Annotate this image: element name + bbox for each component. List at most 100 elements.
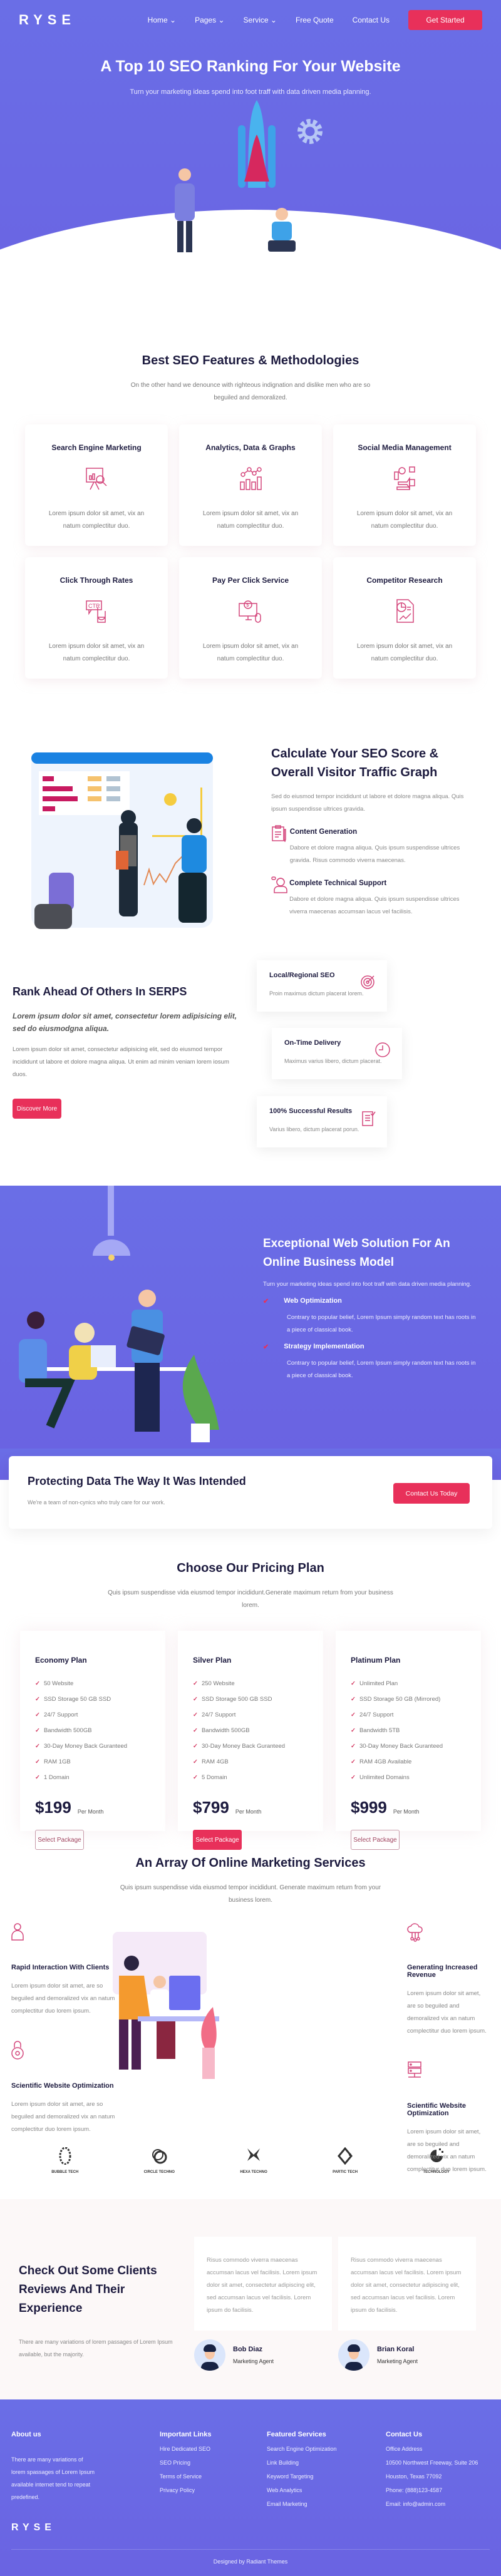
rank-lead: Lorem ipsum dolor sit amet, consectetur …	[13, 1012, 237, 1033]
reviews-intro: Check Out Some Clients Reviews And Their…	[0, 2237, 188, 2399]
footer-link[interactable]: Web Analytics	[267, 2487, 344, 2493]
marketing-section: An Array Of Online Marketing Services Qu…	[0, 1831, 501, 2174]
server-icon	[408, 2061, 421, 2078]
plan-features: ✓ 50 Website ✓ SSD Storage 50 GB SSD ✓ 24/7…	[35, 1676, 150, 1785]
footer-link[interactable]: Keyword Targeting	[267, 2473, 344, 2480]
feature-text: Lorem ipsum dolor sit amet, vix an natum…	[356, 643, 453, 662]
select-package-button[interactable]: Select Package	[351, 1830, 400, 1850]
email[interactable]: Email: info@admin.com	[386, 2501, 478, 2507]
footer-link[interactable]: Email Marketing	[267, 2501, 344, 2507]
nav-item-service[interactable]: Service ⌄	[244, 16, 277, 24]
address-line: 10500 Northwest Freeway, Suite 206	[386, 2460, 478, 2466]
plan-feature: ✓ 50 Website	[35, 1680, 74, 1687]
support-agent-icon	[271, 876, 287, 893]
footer: About us There are many variations of lo…	[0, 2399, 501, 2576]
footer-logo[interactable]: RYSE	[11, 2522, 97, 2533]
office-illustration	[19, 1186, 219, 1442]
footer-services: Featured Services Search Engine Optimiza…	[267, 2431, 344, 2533]
protect-data-card: Protecting Data The Way It Was Intended …	[9, 1456, 492, 1529]
footer-link[interactable]: Link Building	[267, 2460, 344, 2466]
check-icon: ✔	[263, 1343, 269, 1351]
plan-price: $799	[193, 1798, 229, 1817]
plan-features: ✓ 250 Website ✓ SSD Storage 500 GB SSD ✓ 24…	[193, 1676, 308, 1785]
plan-price: $999	[351, 1798, 387, 1817]
footer-link[interactable]: Privacy Policy	[160, 2487, 229, 2493]
footer-link[interactable]: Terms of Service	[160, 2473, 229, 2480]
check-icon: ✔	[263, 1298, 269, 1305]
phone[interactable]: Phone: (888)123-4587	[386, 2487, 478, 2493]
rank-card: Local/Regional SEO Proin maximus dictum …	[257, 960, 387, 1012]
top-nav: RYSE Home ⌄ Pages ⌄ Service ⌄ Free Quote…	[0, 0, 501, 40]
footer-about-text: There are many variations of lorem spass…	[11, 2456, 95, 2500]
select-package-button[interactable]: Select Package	[193, 1830, 242, 1850]
marketing-subtitle: Quis ipsum suspendisse vida eiusmod temp…	[120, 1884, 381, 1904]
solution-item: ✔ Web Optimization Contrary to popular be…	[263, 1297, 476, 1337]
feature-text: Lorem ipsum dolor sit amet, vix an natum…	[48, 510, 145, 530]
rank-card-text: Proin maximus dictum placerat lorem.	[269, 990, 364, 997]
footer-link[interactable]: Hire Dedicated SEO	[160, 2446, 229, 2452]
contact-us-today-button[interactable]: Contact Us Today	[393, 1483, 470, 1504]
check-icon: ✓	[351, 1711, 356, 1718]
plan-name: Platinum Plan	[351, 1656, 401, 1665]
check-icon: ✓	[193, 1743, 198, 1750]
chevron-down-icon: ⌄	[270, 16, 277, 24]
avatar	[194, 2339, 225, 2371]
marketing-right-column: Generating Increased Revenue Lorem ipsum…	[407, 1919, 488, 2173]
feature-text: Lorem ipsum dolor sit amet, vix an natum…	[356, 510, 453, 530]
get-started-button[interactable]: Get Started	[408, 10, 482, 30]
pricing-section: Choose Our Pricing Plan Quis ipsum suspe…	[0, 1530, 501, 1850]
feature-card: Social Media Management Lorem ipsum dolo…	[333, 424, 476, 546]
marketing-item-title: Scientific Website Optimization	[407, 2102, 466, 2117]
pricing-grid: Economy Plan ✓ 50 Website ✓ SSD Storage 50…	[0, 1631, 501, 1850]
discover-more-button[interactable]: Discover More	[13, 1099, 61, 1119]
plan-price: $199	[35, 1798, 71, 1817]
plan-feature: ✓ Bandwidth 500GB	[35, 1727, 92, 1734]
solution-item: ✔ Strategy Implementation Contrary to pop…	[263, 1343, 476, 1382]
check-icon: ✓	[193, 1727, 198, 1734]
marketing-item-text: Lorem ipsum dolor sit amet, are so begui…	[407, 2128, 487, 2173]
feature-text: Lorem ipsum dolor sit amet, vix an natum…	[202, 643, 299, 662]
seo-score-title: Calculate Your SEO Score & Overall Visit…	[271, 747, 439, 779]
pricing-subtitle: Quis ipsum suspendisse vida eiusmod temp…	[108, 1589, 393, 1609]
plan-feature: ✓ Unlimited Domains	[351, 1774, 410, 1781]
checklist-icon	[362, 1111, 376, 1126]
address-line: Houston, Texas 77092	[386, 2473, 442, 2480]
rocket-illustration	[238, 100, 276, 188]
review-cards: Risus commodo viverra maecenas accumsan …	[194, 2237, 476, 2399]
marketing-services: Rapid Interaction With Clients Lorem ips…	[0, 1919, 501, 2173]
solution-item-title: Strategy Implementation	[284, 1343, 364, 1350]
feature-title: Pay Per Click Service	[212, 576, 289, 585]
web-solution-section: Exceptional Web Solution For An Online B…	[0, 1186, 501, 1449]
nav-item-home[interactable]: Home ⌄	[148, 16, 176, 24]
pricing-card-silver: Silver Plan ✓ 250 Website ✓ SSD Storage 50…	[178, 1631, 323, 1850]
footer-link[interactable]: Search Engine Optimization	[267, 2446, 344, 2452]
plan-period: Per Month	[77, 1809, 104, 1815]
footer-links: Important Links Hire Dedicated SEO SEO P…	[160, 2431, 229, 2533]
rank-card-text: Varius libero, dictum placerat porun.	[269, 1126, 359, 1132]
nav-item-contact[interactable]: Contact Us	[353, 16, 390, 24]
plan-feature: ✓ 24/7 Support	[193, 1711, 236, 1718]
review: Risus commodo viverra maecenas accumsan …	[194, 2237, 332, 2399]
plan-feature: ✓ 24/7 Support	[35, 1711, 78, 1718]
rank-section: Rank Ahead Of Others In SERPS Lorem ipsu…	[0, 954, 501, 1147]
plan-feature: ✓ Unlimited Plan	[351, 1680, 398, 1687]
check-icon: ✓	[193, 1680, 198, 1687]
clock-icon	[375, 1042, 390, 1057]
marketing-item-text: Lorem ipsum dolor sit amet, are so begui…	[407, 1990, 487, 2035]
footer-link[interactable]: SEO Pricing	[160, 2460, 229, 2466]
review-quote: Risus commodo viverra maecenas accumsan …	[194, 2237, 332, 2331]
check-icon: ✓	[351, 1758, 356, 1765]
nav-item-pages[interactable]: Pages ⌄	[195, 16, 224, 24]
marketing-item: Scientific Website Optimization Lorem ip…	[407, 2058, 488, 2176]
office-address-label: Office Address	[386, 2446, 423, 2452]
check-icon: ✓	[193, 1711, 198, 1718]
plan-feature: ✓ Bandwidth 500GB	[193, 1727, 250, 1734]
logo[interactable]: RYSE	[19, 12, 76, 28]
seo-score-content: Calculate Your SEO Score & Overall Visit…	[250, 729, 501, 942]
desk-illustration	[113, 1932, 219, 2079]
bubble-tech-logo-icon	[59, 2147, 71, 2165]
nav-item-free-quote[interactable]: Free Quote	[296, 16, 334, 24]
feature-title: Search Engine Marketing	[51, 443, 142, 452]
svg-text:CTR: CTR	[88, 603, 100, 609]
select-package-button[interactable]: Select Package	[35, 1830, 84, 1850]
